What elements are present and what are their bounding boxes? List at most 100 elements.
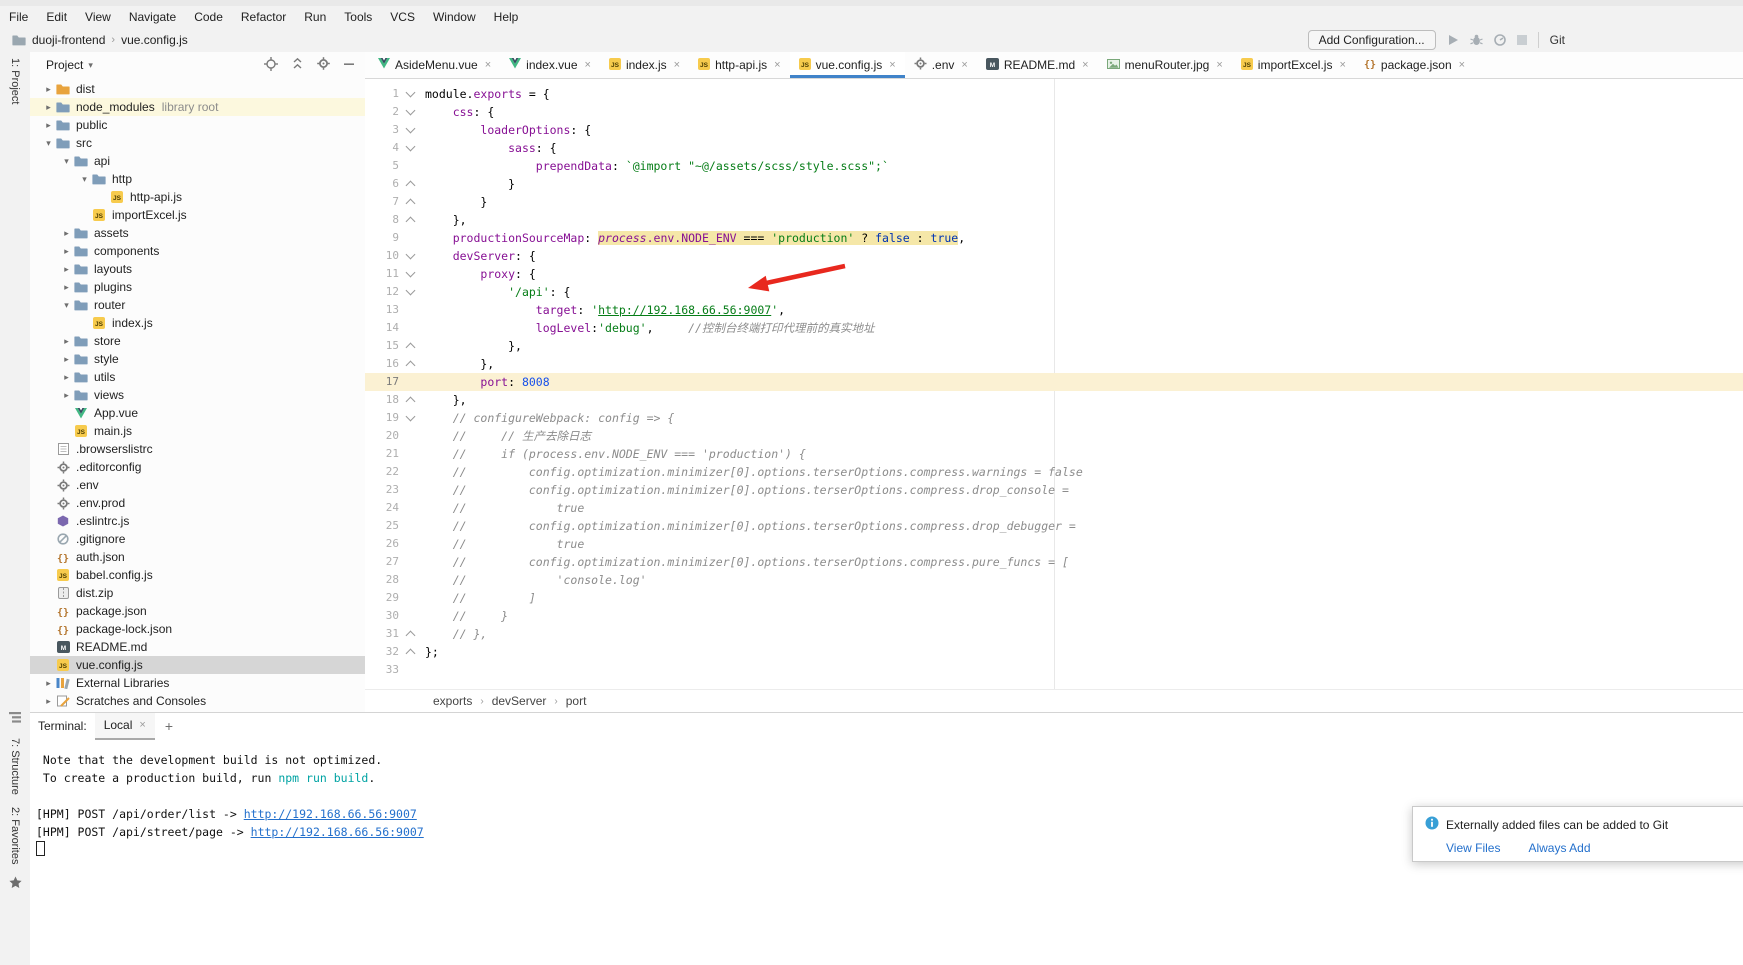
code-text[interactable]: proxy: { — [423, 265, 1743, 283]
editor-tab-importExcel.js[interactable]: JSimportExcel.js× — [1232, 52, 1355, 78]
fold-marker-icon[interactable] — [399, 337, 423, 355]
code-line-12[interactable]: 12 '/api': { — [365, 283, 1743, 301]
close-icon[interactable]: × — [889, 59, 895, 71]
menu-window[interactable]: Window — [424, 6, 485, 28]
tree-item-main.js[interactable]: JSmain.js — [30, 422, 365, 440]
close-icon[interactable]: × — [585, 59, 591, 71]
code-text[interactable]: // if (process.env.NODE_ENV === 'product… — [423, 445, 1743, 463]
code-text[interactable]: // config.optimization.minimizer[0].opti… — [423, 463, 1743, 481]
tree-item-src[interactable]: ▾src — [30, 134, 365, 152]
tree-item-babel.config.js[interactable]: JSbabel.config.js — [30, 566, 365, 584]
menu-vcs[interactable]: VCS — [381, 6, 424, 28]
tree-item-dist.zip[interactable]: dist.zip — [30, 584, 365, 602]
code-line-20[interactable]: 20 // // 生产去除日志 — [365, 427, 1743, 445]
code-text[interactable]: // true — [423, 499, 1743, 517]
chevron-right-icon[interactable]: ▸ — [60, 282, 73, 293]
code-text[interactable]: }, — [423, 391, 1743, 409]
breadcrumb-port[interactable]: port — [566, 694, 587, 708]
fold-marker-icon[interactable] — [399, 211, 423, 229]
code-text[interactable]: } — [423, 175, 1743, 193]
chevron-down-icon[interactable]: ▾ — [42, 138, 55, 149]
tree-item-.browserslistrc[interactable]: .browserslistrc — [30, 440, 365, 458]
code-line-27[interactable]: 27 // config.optimization.minimizer[0].o… — [365, 553, 1743, 571]
breadcrumb-project[interactable]: duoji-frontend — [32, 33, 105, 47]
code-text[interactable]: // ] — [423, 589, 1743, 607]
code-text[interactable]: }, — [423, 355, 1743, 373]
code-text[interactable]: // config.optimization.minimizer[0].opti… — [423, 553, 1743, 571]
code-text[interactable]: loaderOptions: { — [423, 121, 1743, 139]
code-line-17[interactable]: 17 port: 8008 — [365, 373, 1743, 391]
chevron-right-icon[interactable]: ▸ — [60, 336, 73, 347]
chevron-down-icon[interactable]: ▾ — [78, 174, 91, 185]
code-text[interactable]: }, — [423, 337, 1743, 355]
editor-tab-vue.config.js[interactable]: JSvue.config.js× — [790, 52, 905, 78]
code-text[interactable]: // // 生产去除日志 — [423, 427, 1743, 445]
code-line-19[interactable]: 19 // configureWebpack: config => { — [365, 409, 1743, 427]
close-icon[interactable]: × — [139, 719, 145, 731]
code-text[interactable]: // config.optimization.minimizer[0].opti… — [423, 481, 1743, 499]
code-line-10[interactable]: 10 devServer: { — [365, 247, 1743, 265]
tree-item-.env[interactable]: .env — [30, 476, 365, 494]
collapse-all-icon[interactable] — [291, 57, 304, 73]
tree-item-dist[interactable]: ▸dist — [30, 80, 365, 98]
menu-help[interactable]: Help — [485, 6, 528, 28]
fold-marker-icon[interactable] — [399, 391, 423, 409]
tree-item-node_modules[interactable]: ▸node_moduleslibrary root — [30, 98, 365, 116]
tree-item-.gitignore[interactable]: .gitignore — [30, 530, 365, 548]
tree-item-public[interactable]: ▸public — [30, 116, 365, 134]
close-icon[interactable]: × — [774, 59, 780, 71]
code-line-9[interactable]: 9 productionSourceMap: process.env.NODE_… — [365, 229, 1743, 247]
code-text[interactable]: logLevel:'debug', //控制台终端打印代理前的真实地址 — [423, 319, 1743, 337]
close-icon[interactable]: × — [674, 59, 680, 71]
code-text[interactable] — [423, 661, 1743, 679]
tree-item-package-lock.json[interactable]: {}package-lock.json — [30, 620, 365, 638]
menu-navigate[interactable]: Navigate — [120, 6, 185, 28]
chevron-down-icon[interactable]: ▾ — [60, 300, 73, 311]
tree-item-plugins[interactable]: ▸plugins — [30, 278, 365, 296]
chevron-down-icon[interactable]: ▾ — [60, 156, 73, 167]
tree-item-layouts[interactable]: ▸layouts — [30, 260, 365, 278]
menu-run[interactable]: Run — [295, 6, 335, 28]
favorites-tool-window-button[interactable]: 2: Favorites — [9, 807, 21, 864]
code-line-32[interactable]: 32}; — [365, 643, 1743, 661]
menu-file[interactable]: File — [0, 6, 37, 28]
breadcrumb-devServer[interactable]: devServer — [492, 694, 547, 708]
breadcrumb-exports[interactable]: exports — [433, 694, 472, 708]
fold-marker-icon[interactable] — [399, 139, 423, 157]
view-files-link[interactable]: View Files — [1446, 841, 1500, 855]
chevron-right-icon[interactable]: ▸ — [42, 678, 55, 689]
tree-item-api[interactable]: ▾api — [30, 152, 365, 170]
fold-marker-icon[interactable] — [399, 625, 423, 643]
code-text[interactable]: } — [423, 193, 1743, 211]
close-icon[interactable]: × — [1459, 59, 1465, 71]
code-line-8[interactable]: 8 }, — [365, 211, 1743, 229]
code-line-15[interactable]: 15 }, — [365, 337, 1743, 355]
profiler-icon[interactable] — [1494, 34, 1506, 46]
code-line-5[interactable]: 5 prependData: `@import "~@/assets/scss/… — [365, 157, 1743, 175]
fold-marker-icon[interactable] — [399, 85, 423, 103]
settings-gear-icon[interactable] — [317, 57, 330, 73]
menu-refactor[interactable]: Refactor — [232, 6, 295, 28]
add-configuration-button[interactable]: Add Configuration... — [1308, 30, 1436, 50]
fold-marker-icon[interactable] — [399, 283, 423, 301]
code-text[interactable]: // } — [423, 607, 1743, 625]
code-text[interactable]: }; — [423, 643, 1743, 661]
terminal-link[interactable]: http://192.168.66.56:9007 — [244, 807, 417, 821]
close-icon[interactable]: × — [1216, 59, 1222, 71]
git-branch-widget[interactable]: Git — [1550, 33, 1565, 47]
code-line-4[interactable]: 4 sass: { — [365, 139, 1743, 157]
tree-item-README.md[interactable]: MREADME.md — [30, 638, 365, 656]
chevron-right-icon[interactable]: ▸ — [60, 228, 73, 239]
favorites-star-icon[interactable] — [9, 876, 22, 892]
code-line-30[interactable]: 30 // } — [365, 607, 1743, 625]
close-icon[interactable]: × — [1339, 59, 1345, 71]
editor-tab-package.json[interactable]: {}package.json× — [1355, 52, 1474, 78]
chevron-right-icon[interactable]: ▸ — [42, 120, 55, 131]
project-panel-title[interactable]: Project — [46, 58, 83, 72]
code-line-23[interactable]: 23 // config.optimization.minimizer[0].o… — [365, 481, 1743, 499]
tree-item-.editorconfig[interactable]: .editorconfig — [30, 458, 365, 476]
tree-item-.env.prod[interactable]: .env.prod — [30, 494, 365, 512]
fold-marker-icon[interactable] — [399, 643, 423, 661]
terminal-link[interactable]: http://192.168.66.56:9007 — [251, 825, 424, 839]
fold-marker-icon[interactable] — [399, 409, 423, 427]
